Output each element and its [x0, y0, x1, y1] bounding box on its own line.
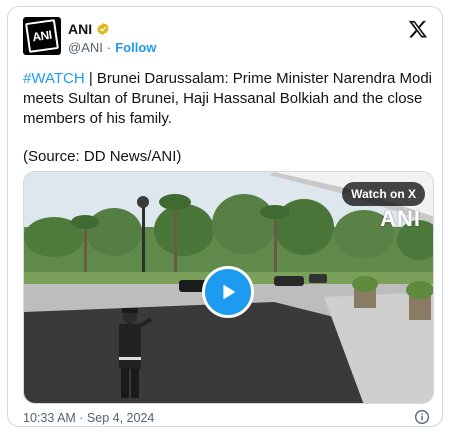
watch-on-x-button[interactable]: Watch on X — [342, 182, 425, 206]
ani-watermark: ANI — [380, 206, 421, 231]
info-icon[interactable] — [414, 409, 430, 425]
author-handle[interactable]: @ANI — [68, 40, 103, 55]
ani-logo: ANI — [25, 19, 59, 53]
separator-dot: · — [106, 40, 112, 55]
avatar[interactable]: ANI — [23, 17, 61, 55]
tweet-card: ANI ANI @ANI · Follow #WATCH | Brunei Da… — [7, 6, 443, 427]
tweet-timestamp[interactable]: 10:33 AM · Sep 4, 2024 — [23, 411, 154, 425]
play-button[interactable] — [202, 266, 254, 318]
tweet-text: #WATCH | Brunei Darussalam: Prime Minist… — [23, 69, 433, 129]
tweet-body: | Brunei Darussalam: Prime Minister Nare… — [23, 70, 433, 127]
author-name-row: ANI — [68, 21, 110, 37]
handle-row: @ANI · Follow — [68, 40, 156, 55]
video-player[interactable]: Watch on X ANI — [23, 171, 434, 404]
verified-badge-icon — [97, 22, 109, 36]
follow-button[interactable]: Follow — [115, 40, 156, 55]
author-name[interactable]: ANI — [68, 21, 92, 37]
avatar-text: ANI — [31, 27, 53, 45]
tweet-source: (Source: DD News/ANI) — [23, 148, 182, 165]
x-logo-icon[interactable] — [408, 19, 428, 39]
play-icon — [223, 284, 236, 300]
hashtag-link[interactable]: #WATCH — [23, 70, 85, 87]
